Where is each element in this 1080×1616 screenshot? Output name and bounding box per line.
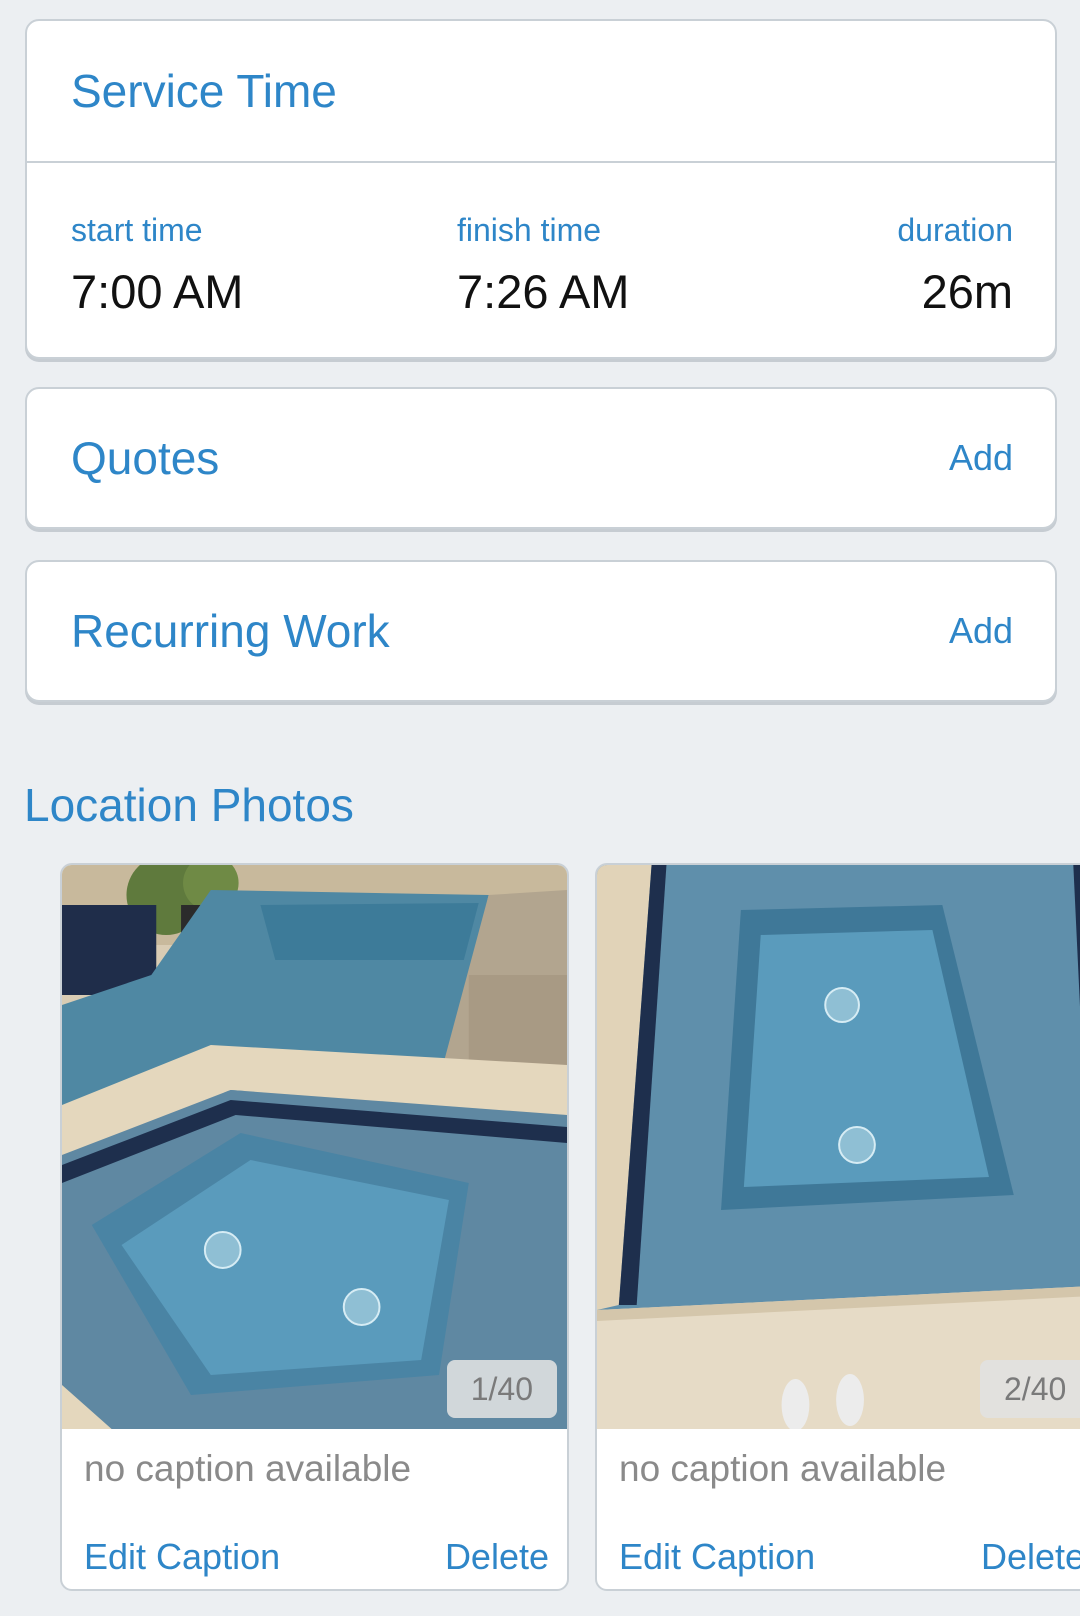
screen: Service Time start time 7:00 AM finish t… bbox=[0, 0, 1080, 1616]
photo-counter: 2/40 bbox=[980, 1360, 1080, 1418]
service-time-card: Service Time start time 7:00 AM finish t… bbox=[25, 19, 1057, 359]
start-time-value[interactable]: 7:00 AM bbox=[71, 262, 243, 322]
finish-time-label: finish time bbox=[457, 212, 602, 248]
recurring-work-card: Recurring Work Add bbox=[25, 560, 1057, 702]
finish-time-value[interactable]: 7:26 AM bbox=[457, 262, 629, 322]
start-time-label: start time bbox=[71, 212, 203, 248]
delete-photo-button[interactable]: Delete bbox=[981, 1536, 1080, 1578]
photo-card: 1/40 no caption available Edit Caption D… bbox=[60, 863, 569, 1591]
edit-caption-button[interactable]: Edit Caption bbox=[619, 1536, 815, 1578]
photo-caption: no caption available bbox=[84, 1448, 412, 1489]
quotes-card: Quotes Add bbox=[25, 387, 1057, 529]
photo-counter: 1/40 bbox=[446, 1360, 557, 1418]
quotes-title: Quotes bbox=[71, 432, 220, 484]
start-time-group: start time 7:00 AM bbox=[71, 210, 243, 322]
add-recurring-work-button[interactable]: Add bbox=[949, 610, 1013, 652]
delete-photo-button[interactable]: Delete bbox=[445, 1536, 549, 1578]
duration-group: duration 26m bbox=[897, 210, 1013, 322]
photo-card: 2/40 no caption available Edit Caption D… bbox=[595, 863, 1080, 1591]
duration-value: 26m bbox=[921, 265, 1013, 318]
pool-photo[interactable] bbox=[597, 865, 1080, 1429]
recurring-work-title: Recurring Work bbox=[71, 605, 390, 657]
pool-photo-image bbox=[597, 865, 1080, 1429]
photo-caption: no caption available bbox=[619, 1448, 947, 1489]
edit-caption-button[interactable]: Edit Caption bbox=[84, 1536, 280, 1578]
service-time-title: Service Time bbox=[71, 65, 337, 117]
duration-label: duration bbox=[897, 212, 1013, 248]
add-quote-button[interactable]: Add bbox=[949, 437, 1013, 479]
pool-photo-image bbox=[62, 865, 567, 1429]
location-photos-heading: Location Photos bbox=[24, 779, 354, 831]
pool-photo[interactable] bbox=[62, 865, 567, 1429]
finish-time-group: finish time 7:26 AM bbox=[457, 210, 629, 322]
service-time-header: Service Time bbox=[27, 21, 1055, 163]
